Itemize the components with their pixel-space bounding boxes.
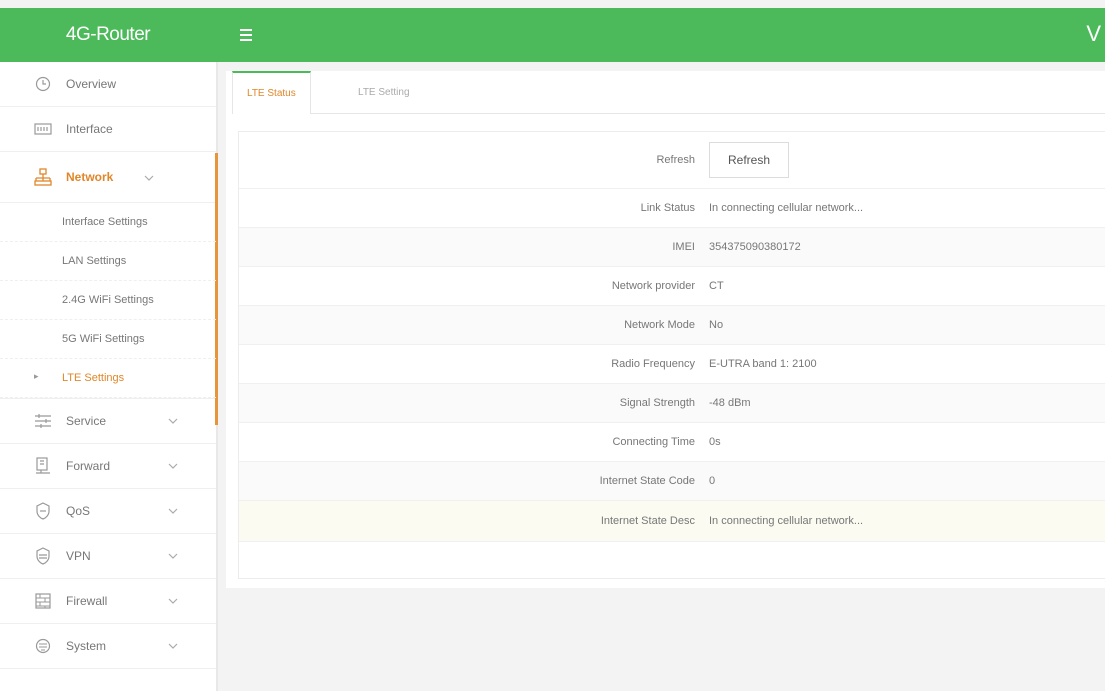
row-label: Link Status bbox=[640, 202, 695, 214]
sidebar-item-network[interactable]: Network bbox=[0, 152, 216, 203]
row-label: Network provider bbox=[611, 280, 695, 292]
row-label: Refresh bbox=[656, 154, 695, 166]
status-table: Refresh Refresh Link Status In connectin… bbox=[238, 131, 1105, 579]
row-label: Radio Frequency bbox=[611, 358, 695, 370]
row-value: 0 bbox=[709, 475, 716, 487]
row-value: CT bbox=[709, 280, 724, 292]
qos-icon bbox=[34, 502, 52, 520]
table-row: Internet State Desc In connecting cellul… bbox=[239, 501, 1105, 542]
sidebar-item-label: Network bbox=[66, 170, 114, 184]
sidebar-item-label: Interface bbox=[66, 122, 113, 136]
table-row: Network provider CT bbox=[239, 267, 1105, 306]
table-row: Link Status In connecting cellular netwo… bbox=[239, 189, 1105, 228]
main-panel: LTE Status LTE Setting Refresh Refresh L… bbox=[226, 71, 1105, 588]
row-value: Refresh bbox=[709, 142, 789, 178]
row-label: Network Mode bbox=[624, 319, 695, 331]
sidebar-item-label: Forward bbox=[66, 459, 111, 473]
row-value: E-UTRA band 1: 2100 bbox=[709, 358, 817, 370]
row-value: In connecting cellular network... bbox=[709, 515, 864, 527]
system-icon bbox=[34, 637, 52, 655]
submenu-item-5g-wifi-settings[interactable]: 5G WiFi Settings bbox=[0, 320, 216, 359]
table-row: Connecting Time 0s bbox=[239, 423, 1105, 462]
sidebar-item-firewall[interactable]: Firewall bbox=[0, 579, 216, 624]
submenu-item-lte-settings[interactable]: ▸ LTE Settings bbox=[0, 359, 216, 398]
sidebar-item-interface[interactable]: Interface bbox=[0, 107, 216, 152]
sidebar-item-label: Firewall bbox=[66, 594, 108, 608]
chevron-down-icon bbox=[168, 415, 178, 425]
tab-lte-status[interactable]: LTE Status bbox=[232, 71, 311, 114]
top-bar: 4G-Router V bbox=[0, 8, 1105, 62]
tab-bar: LTE Status LTE Setting bbox=[232, 71, 1105, 114]
sidebar-item-system[interactable]: System bbox=[0, 624, 216, 669]
tab-lte-setting[interactable]: LTE Setting bbox=[344, 71, 424, 113]
sidebar-item-label: QoS bbox=[66, 504, 91, 518]
clock-icon bbox=[34, 75, 52, 93]
chevron-down-icon bbox=[144, 172, 154, 182]
chevron-down-icon bbox=[168, 505, 178, 515]
row-label: Connecting Time bbox=[612, 436, 695, 448]
hamburger-icon[interactable] bbox=[240, 29, 252, 41]
sidebar: Overview Interface Network Interface Set… bbox=[0, 62, 218, 691]
submenu-item-interface-settings[interactable]: Interface Settings bbox=[0, 203, 216, 242]
chevron-down-icon bbox=[168, 595, 178, 605]
sidebar-item-label: System bbox=[66, 639, 107, 653]
chevron-down-icon bbox=[168, 550, 178, 560]
firewall-icon bbox=[34, 592, 52, 610]
sidebar-item-vpn[interactable]: VPN bbox=[0, 534, 216, 579]
chevron-down-icon bbox=[168, 460, 178, 470]
interface-icon bbox=[34, 120, 52, 138]
row-value: In connecting cellular network... bbox=[709, 202, 864, 214]
network-submenu: Interface Settings LAN Settings 2.4G WiF… bbox=[0, 153, 218, 425]
brand-logo[interactable]: 4G-Router bbox=[0, 8, 216, 62]
top-right-text[interactable]: V bbox=[1086, 21, 1101, 47]
table-row: Network Mode No bbox=[239, 306, 1105, 345]
sidebar-item-forward[interactable]: Forward bbox=[0, 444, 216, 489]
row-label: IMEI bbox=[672, 241, 695, 253]
sidebar-item-qos[interactable]: QoS bbox=[0, 489, 216, 534]
table-row: IMEI 354375090380172 bbox=[239, 228, 1105, 267]
submenu-item-lan-settings[interactable]: LAN Settings bbox=[0, 242, 216, 281]
row-value: -48 dBm bbox=[709, 397, 751, 409]
row-label: Signal Strength bbox=[619, 397, 695, 409]
sidebar-item-label: VPN bbox=[66, 549, 91, 563]
row-label: Internet State Desc bbox=[600, 515, 695, 527]
vpn-icon bbox=[34, 547, 52, 565]
sidebar-item-label: Overview bbox=[66, 77, 117, 91]
row-value: 354375090380172 bbox=[709, 241, 801, 253]
table-row: Radio Frequency E-UTRA band 1: 2100 bbox=[239, 345, 1105, 384]
row-value: 0s bbox=[709, 436, 721, 448]
row-label: Internet State Code bbox=[599, 475, 695, 487]
sidebar-item-label: Service bbox=[66, 414, 107, 428]
submenu-item-2g-wifi-settings[interactable]: 2.4G WiFi Settings bbox=[0, 281, 216, 320]
refresh-button[interactable]: Refresh bbox=[709, 142, 789, 178]
table-row: Signal Strength -48 dBm bbox=[239, 384, 1105, 423]
forward-icon bbox=[34, 457, 52, 475]
sidebar-item-service[interactable]: Service bbox=[0, 399, 216, 444]
row-value: No bbox=[709, 319, 724, 331]
submenu-item-label: LTE Settings bbox=[62, 372, 125, 384]
sidebar-item-overview[interactable]: Overview bbox=[0, 62, 216, 107]
network-icon bbox=[34, 168, 52, 186]
caret-right-icon: ▸ bbox=[34, 371, 39, 381]
table-row-refresh: Refresh Refresh bbox=[239, 132, 1105, 189]
chevron-down-icon bbox=[168, 640, 178, 650]
service-icon bbox=[34, 412, 52, 430]
table-row: Internet State Code 0 bbox=[239, 462, 1105, 501]
